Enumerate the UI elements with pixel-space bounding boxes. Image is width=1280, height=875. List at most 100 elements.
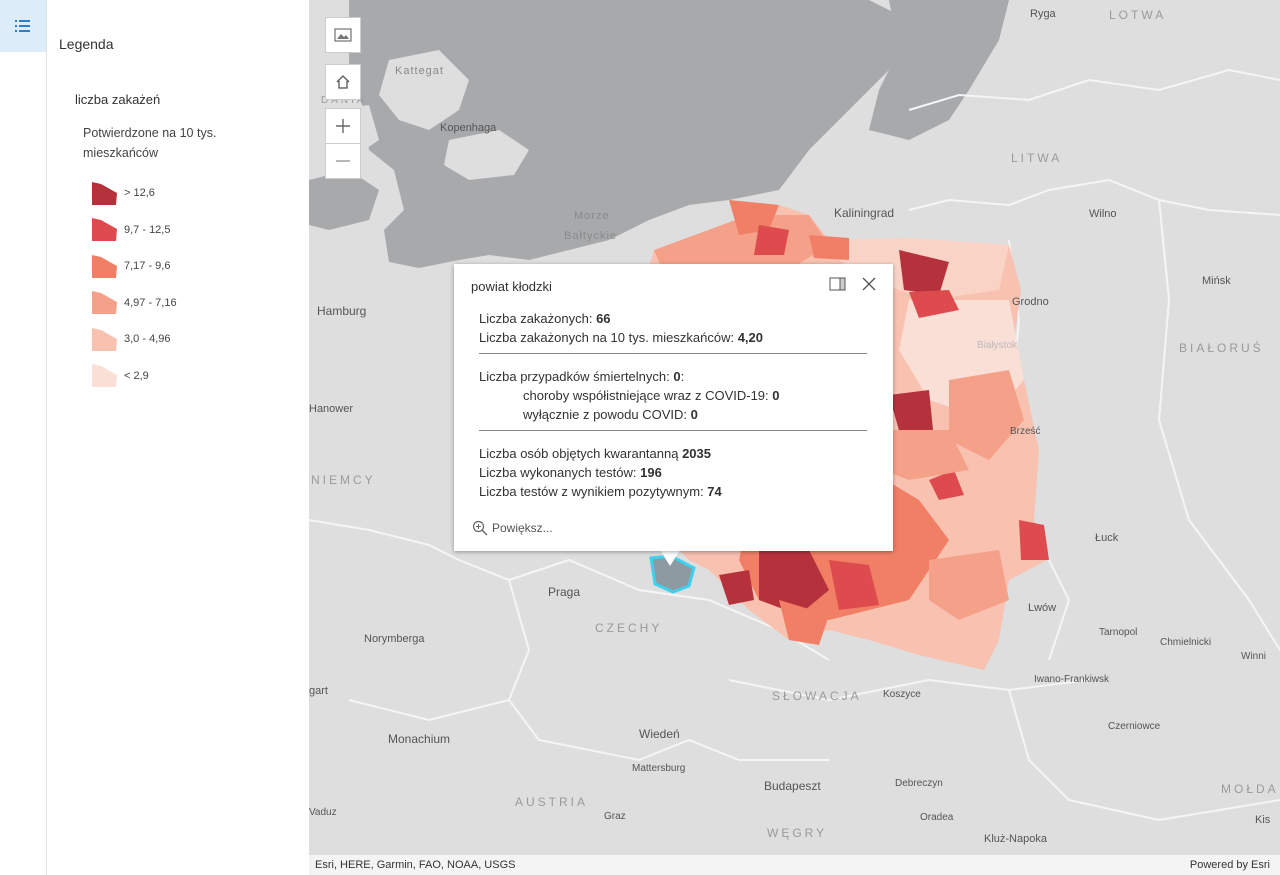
map-label: BIAŁORUŚ xyxy=(1179,341,1264,355)
legend-title: Legenda xyxy=(59,36,114,52)
zoom-to-label: Powiększ... xyxy=(492,521,553,535)
legend-class-row: 3,0 - 4,96 xyxy=(91,321,177,358)
map-label: Tarnopol xyxy=(1099,627,1138,638)
map-label: Łuck xyxy=(1095,532,1119,544)
legend-swatch xyxy=(92,254,117,278)
map-label: Kluż-Napoka xyxy=(984,833,1047,845)
comorbidities-label: choroby współistniejące wraz z COVID-19: xyxy=(523,388,773,403)
map-label: Kopenhaga xyxy=(440,122,497,134)
legend-class-label: > 12,6 xyxy=(124,187,155,200)
legend-toggle-button[interactable] xyxy=(0,0,46,52)
cases-line: Liczba zakażonych: 66 xyxy=(479,309,869,328)
basemap-gallery-button[interactable] xyxy=(325,17,361,53)
divider xyxy=(479,430,867,431)
comorbidities-value: 0 xyxy=(772,388,780,403)
tests-value: 196 xyxy=(640,465,662,480)
positive-tests-line: Liczba testów z wynikiem pozytywnym: 74 xyxy=(479,482,869,501)
map-label: Chmielnicki xyxy=(1160,637,1212,648)
map-label: Wilno xyxy=(1089,208,1117,220)
map-label: LITWA xyxy=(1011,151,1063,165)
map-label: Koszyce xyxy=(883,689,921,700)
legend-class-label: 7,17 - 9,6 xyxy=(124,260,171,273)
map-label: Czerniowce xyxy=(1108,721,1161,732)
tests-line: Liczba wykonanych testów: 196 xyxy=(479,463,869,482)
zoom-out-button[interactable] xyxy=(325,143,361,179)
covid-only-line: wyłącznie z powodu COVID: 0 xyxy=(479,405,869,424)
covid-only-label: wyłącznie z powodu COVID: xyxy=(523,407,691,422)
map-label: Kaliningrad xyxy=(834,206,895,220)
map-label: Hanower xyxy=(309,403,354,415)
map-label: Morze xyxy=(574,210,610,222)
dock-icon xyxy=(829,277,846,291)
legend-class-label: 3,0 - 4,96 xyxy=(124,333,171,346)
zoom-to-button[interactable]: Powiększ... xyxy=(472,520,553,536)
map-label: Białystok xyxy=(977,340,1018,351)
map-label: Vaduz xyxy=(309,807,337,818)
map-label: MOŁDA xyxy=(1221,782,1279,796)
legend-swatch xyxy=(92,218,117,242)
tests-label: Liczba wykonanych testów: xyxy=(479,465,641,480)
map-label: Iwano-Frankiwsk xyxy=(1034,674,1110,685)
popup-content: Liczba zakażonych: 66 Liczba zakażonych … xyxy=(479,309,869,501)
legend-classes: > 12,6 9,7 - 12,5 7,17 - 9,6 4,97 - 7,16 3,0… xyxy=(91,175,177,394)
map-label: Praga xyxy=(548,585,581,599)
map-label: NIEMCY xyxy=(311,473,376,487)
popup-title: powiat kłodzki xyxy=(471,279,552,294)
cases-label: Liczba zakażonych: xyxy=(479,311,597,326)
plus-icon xyxy=(336,119,350,133)
comorbidities-line: choroby współistniejące wraz z COVID-19:… xyxy=(479,386,869,405)
map-label: Kis xyxy=(1255,814,1271,826)
map-label: CZECHY xyxy=(595,621,663,635)
deaths-line: Liczba przypadków śmiertelnych: 0: xyxy=(479,367,869,386)
map-label: SŁOWACJA xyxy=(772,689,862,703)
quarantine-line: Liczba osób objętych kwarantanną 2035 xyxy=(479,444,869,463)
covid-only-value: 0 xyxy=(690,407,698,422)
map-label: Lwów xyxy=(1028,602,1057,614)
divider xyxy=(479,353,867,354)
map-label: Brześć xyxy=(1010,426,1041,437)
deaths-label: Liczba przypadków śmiertelnych: xyxy=(479,369,674,384)
home-icon xyxy=(336,75,350,89)
minus-icon xyxy=(336,160,350,162)
map-label: Oradea xyxy=(920,812,954,823)
close-icon xyxy=(862,277,876,291)
legend-class-row: 4,97 - 7,16 xyxy=(91,285,177,322)
map-label: Wiedeń xyxy=(639,727,680,741)
map-label: gart xyxy=(309,685,328,697)
legend-class-label: 4,97 - 7,16 xyxy=(124,296,177,309)
map-label: Bałtyckie xyxy=(564,230,618,242)
legend-swatch xyxy=(92,291,117,315)
powered-by-link[interactable]: Powered by Esri xyxy=(1190,859,1270,871)
legend-class-label: < 2,9 xyxy=(124,369,149,382)
close-button[interactable] xyxy=(861,276,877,297)
popup-pointer xyxy=(660,550,680,566)
legend-panel: Legenda liczba zakażeń Potwierdzone na 1… xyxy=(47,20,309,853)
map-label: Graz xyxy=(604,811,626,822)
map-label: WĘGRY xyxy=(767,826,828,840)
cases-value: 66 xyxy=(596,311,611,326)
attribution-bar: Esri, HERE, Garmin, FAO, NOAA, USGS Powe… xyxy=(309,855,1280,875)
deaths-value: 0 xyxy=(673,369,681,384)
legend-swatch xyxy=(92,181,117,205)
map-label: Debreczyn xyxy=(895,778,943,789)
map-label: LOTWA xyxy=(1109,8,1167,22)
quarantine-value: 2035 xyxy=(682,446,711,461)
map-label: Kattegat xyxy=(395,65,444,77)
dock-button[interactable] xyxy=(829,277,846,296)
map-label: Monachium xyxy=(388,732,451,746)
map-label: Winni xyxy=(1241,651,1267,662)
attribution-text: Esri, HERE, Garmin, FAO, NOAA, USGS xyxy=(315,859,516,871)
legend-layer-name: liczba zakażeń xyxy=(75,92,161,107)
legend-swatch xyxy=(92,327,117,351)
legend-class-row: > 12,6 xyxy=(91,175,177,212)
cases-rate-label: Liczba zakażonych na 10 tys. mieszkańców… xyxy=(479,330,738,345)
zoom-in-button[interactable] xyxy=(325,108,361,144)
map-label: Mińsk xyxy=(1202,275,1231,287)
map-label: Mattersburg xyxy=(632,763,686,774)
cases-rate-line: Liczba zakażonych na 10 tys. mieszkańców… xyxy=(479,328,869,347)
deaths-suffix: : xyxy=(680,369,685,384)
legend-swatch xyxy=(92,364,117,388)
home-button[interactable] xyxy=(325,64,361,100)
legend-class-row: 7,17 - 9,6 xyxy=(91,248,177,285)
legend-class-label: 9,7 - 12,5 xyxy=(124,223,171,236)
